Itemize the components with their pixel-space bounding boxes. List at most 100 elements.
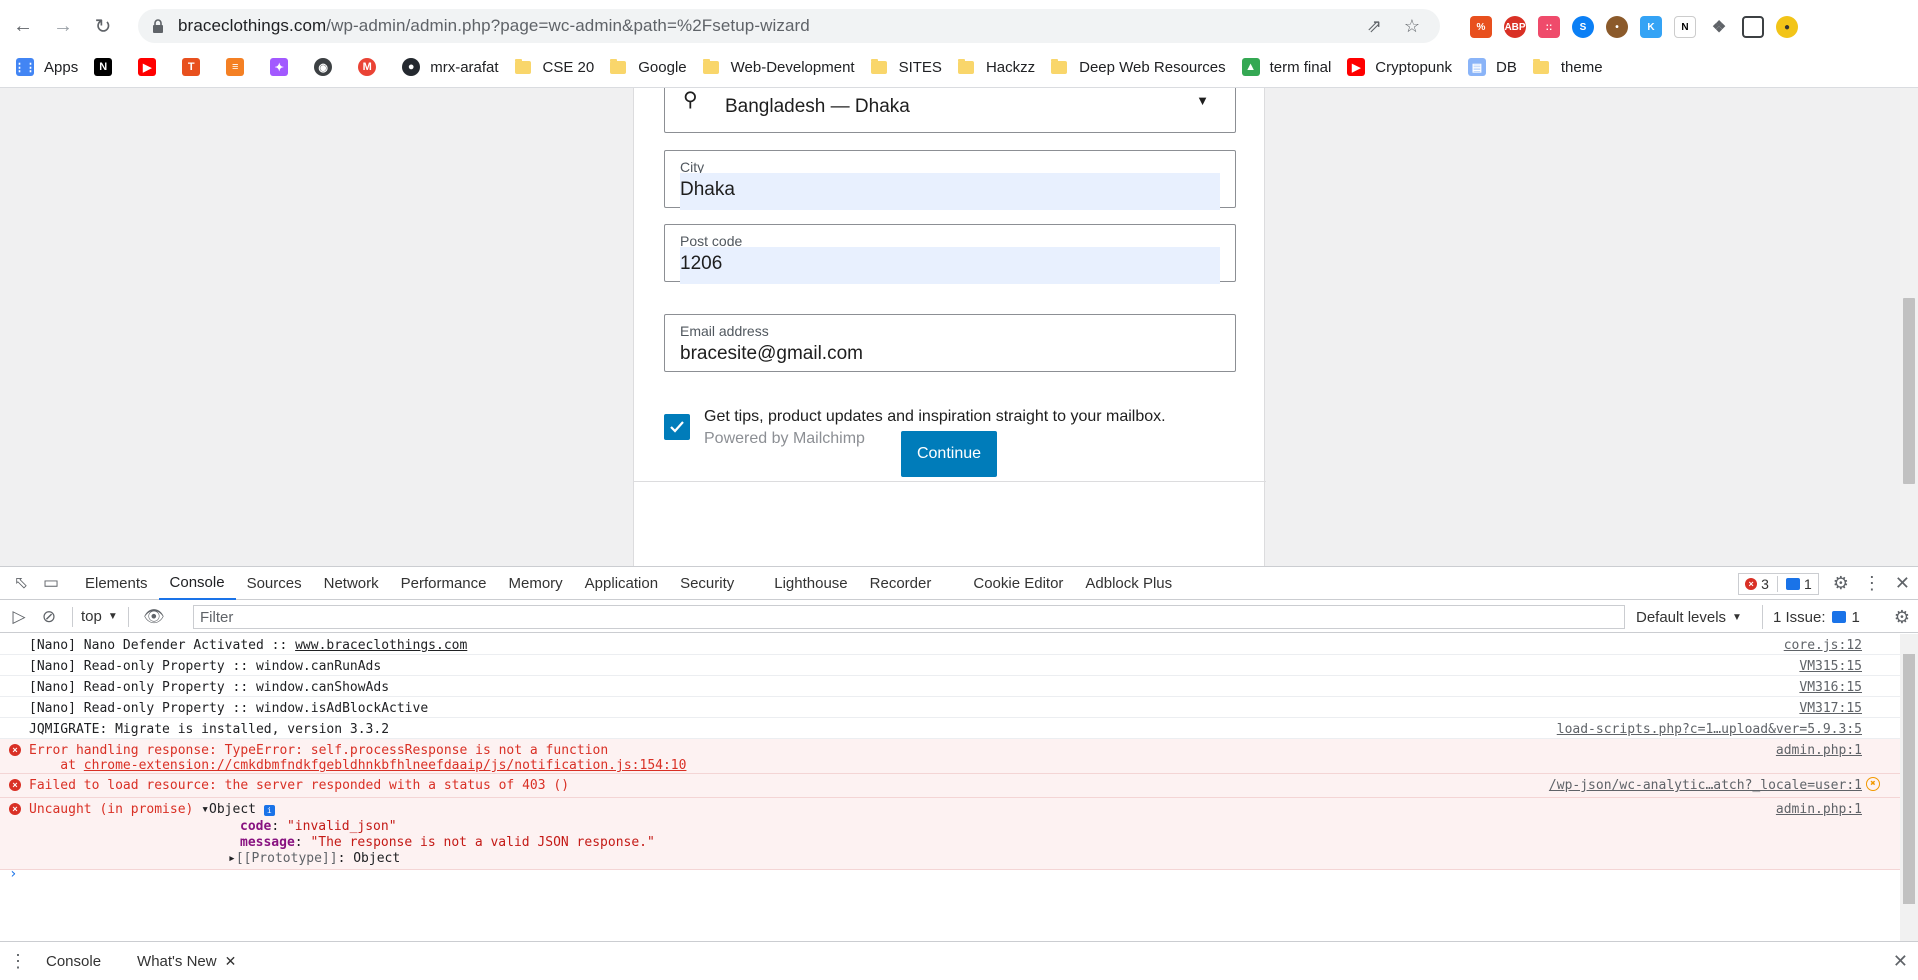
console-prompt-icon[interactable]: › [9,866,17,882]
expand-triangle-icon[interactable]: ▾ [201,802,209,817]
performance-warning-icon: ✖ [1866,777,1880,791]
city-field[interactable]: City Dhaka [664,150,1236,210]
reload-icon[interactable]: ↻ [86,9,120,43]
tab-memory[interactable]: Memory [498,567,574,600]
cookie-extension-icon[interactable]: • [1606,16,1628,38]
drawer-tab-console[interactable]: Console [46,953,101,970]
settings-gear-icon[interactable]: ⚙ [1833,573,1849,594]
filter-input[interactable]: Filter [193,605,1625,629]
close-tab-icon[interactable]: ✕ [225,953,237,970]
device-toolbar-icon[interactable]: ▭ [36,567,66,600]
console-source[interactable]: admin.php:1 [1776,802,1862,817]
bookmark-item[interactable]: ▲ term final [1241,58,1331,76]
message-icon [1785,577,1800,590]
bookmark-item[interactable]: ▶ [138,58,166,76]
bookmark-star-icon[interactable]: ☆ [1404,16,1420,37]
profile-avatar[interactable]: ● [1776,16,1798,38]
bookmark-item[interactable]: M [358,58,386,76]
bookmark-item[interactable]: N [94,58,122,76]
email-field[interactable]: Email address bracesite@gmail.com [664,314,1236,372]
tab-network[interactable]: Network [313,567,390,600]
bookmark-item[interactable]: Web-Development [702,58,855,76]
drawer-menu-icon[interactable]: ⋮ [0,951,36,972]
bookmark-item[interactable]: CSE 20 [514,58,594,76]
folder-icon [1532,58,1549,74]
console-scrollbar-thumb[interactable] [1903,654,1915,904]
address-bar[interactable]: braceclothings.com/wp-admin/admin.php?pa… [138,9,1440,43]
log-levels-dropdown[interactable]: Default levels ▼ [1636,601,1742,633]
object-prototype[interactable]: ▸[[Prototype]]: Object [228,851,400,866]
clear-console-icon[interactable]: ⊘ [34,600,64,633]
bookmark-item[interactable]: ≡ [226,58,254,76]
bookmark-item[interactable]: T [182,58,210,76]
dots-extension-icon[interactable]: :: [1538,16,1560,38]
console-source[interactable]: core.js:12 [1784,638,1862,653]
console-scrollbar[interactable] [1900,634,1918,941]
back-icon[interactable]: ← [6,9,40,43]
bookmark-item[interactable]: Hackzz [957,58,1035,76]
bookmark-item[interactable]: Deep Web Resources [1051,58,1226,76]
console-source[interactable]: VM315:15 [1799,659,1862,674]
bookmark-item[interactable]: Google [610,58,687,76]
forward-icon[interactable]: → [46,9,80,43]
bookmark-item[interactable]: ⋮⋮ Apps [14,58,78,76]
error-counter[interactable]: × 3 1 [1738,572,1819,595]
page-scrollbar-thumb[interactable] [1903,298,1915,484]
more-options-icon[interactable]: ⋮ [1863,573,1881,594]
folder-icon [610,58,627,74]
console-source[interactable]: /wp-json/wc-analytic…atch?_locale=user:1 [1549,778,1862,793]
notion-web-clipper-icon[interactable]: N [1674,16,1696,38]
bookmark-item[interactable]: ▶ Cryptopunk [1347,58,1452,76]
shazam-extension-icon[interactable]: S [1572,16,1594,38]
live-expression-eye-icon[interactable]: 👁 [139,600,169,633]
continue-button[interactable]: Continue [901,431,997,477]
puzzle-extensions-icon[interactable]: ❖ [1708,16,1730,38]
country-select[interactable]: ⚲ Bangladesh — Dhaka ▼ [664,88,1236,133]
console-message: Error handling response: TypeError: self… [29,743,609,758]
tab-lighthouse[interactable]: Lighthouse [763,567,858,600]
side-panel-icon[interactable] [1742,16,1764,38]
share-icon[interactable]: ⇗ [1367,16,1382,37]
tab-console[interactable]: Console [158,567,236,600]
bookmark-item[interactable]: ✦ [270,58,298,76]
sidebar-toggle-icon[interactable]: ▷ [4,600,34,633]
tab-sources[interactable]: Sources [236,567,313,600]
console-settings-gear-icon[interactable]: ⚙ [1894,607,1910,628]
bookmark-item[interactable]: ● mrx-arafat [402,58,499,76]
object-label[interactable]: Object [209,802,256,817]
tab-recorder[interactable]: Recorder [859,567,943,600]
error-icon: × [9,779,21,791]
tab-security[interactable]: Security [669,567,745,600]
postcode-field[interactable]: Post code 1206 [664,224,1236,284]
newsletter-checkbox[interactable] [664,414,690,440]
tab-cookie-editor[interactable]: Cookie Editor [962,567,1074,600]
console-link[interactable]: chrome-extension://cmkdbmfndkfgebldhnkbf… [84,758,687,773]
adblock-plus-icon[interactable]: ABP [1504,16,1526,38]
expand-triangle-icon[interactable]: ▸ [228,851,236,866]
tab-elements[interactable]: Elements [74,567,159,600]
console-source[interactable]: admin.php:1 [1776,743,1862,758]
bookmark-item[interactable]: ◉ [314,58,342,76]
devtools-tabs: Elements Console Sources Network Performance… [74,567,1183,600]
inspect-element-icon[interactable]: ⬁ [6,567,36,600]
console-source[interactable]: load-scripts.php?c=1…upload&ver=5.9.3:5 [1557,722,1862,737]
key-extension-icon[interactable]: K [1640,16,1662,38]
console-source[interactable]: VM316:15 [1799,680,1862,695]
console-source[interactable]: VM317:15 [1799,701,1862,716]
tab-performance[interactable]: Performance [390,567,498,600]
close-devtools-icon[interactable]: ✕ [1895,573,1910,594]
drawer-tab-whats-new[interactable]: What's New [137,953,217,970]
tab-adblock-plus[interactable]: Adblock Plus [1074,567,1183,600]
bookmark-item[interactable]: ▤ DB [1468,58,1517,76]
info-icon: i [263,805,275,816]
issues-button[interactable]: 1 Issue: 1 [1762,605,1860,629]
translate-extension-icon[interactable]: % [1470,16,1492,38]
tab-application[interactable]: Application [574,567,669,600]
page-scrollbar[interactable] [1900,88,1918,566]
bookmark-item[interactable]: SITES [870,58,942,76]
context-selector[interactable]: top ▼ [81,608,118,625]
console-link[interactable]: www.braceclothings.com [295,638,467,653]
close-drawer-icon[interactable]: ✕ [1893,951,1908,972]
bookmark-item[interactable]: theme [1532,58,1603,76]
stack-icon: ≡ [226,58,245,76]
